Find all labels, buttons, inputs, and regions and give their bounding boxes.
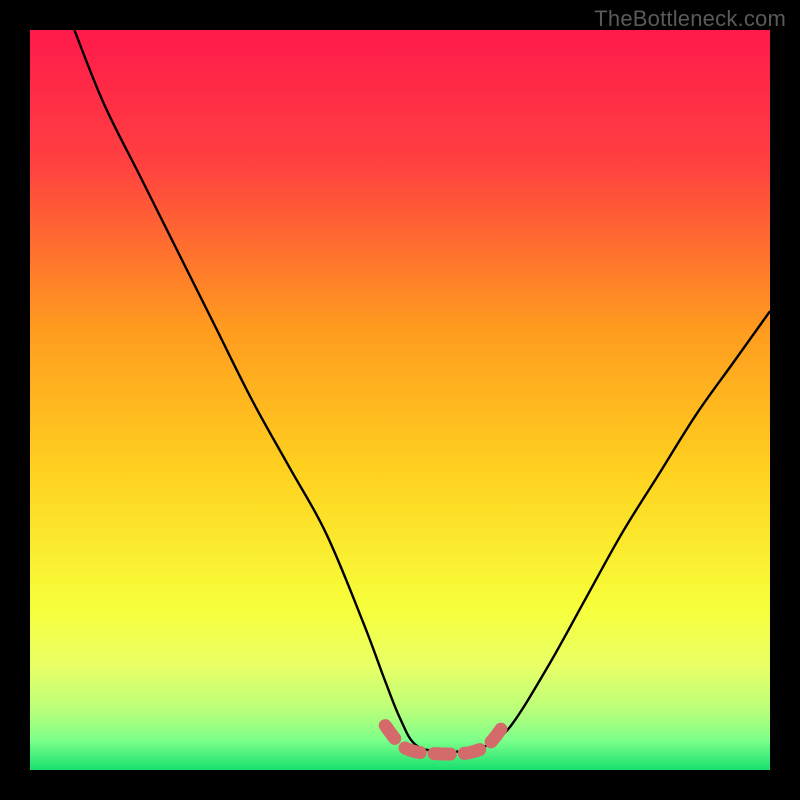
bottleneck-chart — [30, 30, 770, 770]
gradient-background — [30, 30, 770, 770]
chart-frame: TheBottleneck.com — [0, 0, 800, 800]
watermark-text: TheBottleneck.com — [594, 6, 786, 32]
plot-area — [30, 30, 770, 770]
